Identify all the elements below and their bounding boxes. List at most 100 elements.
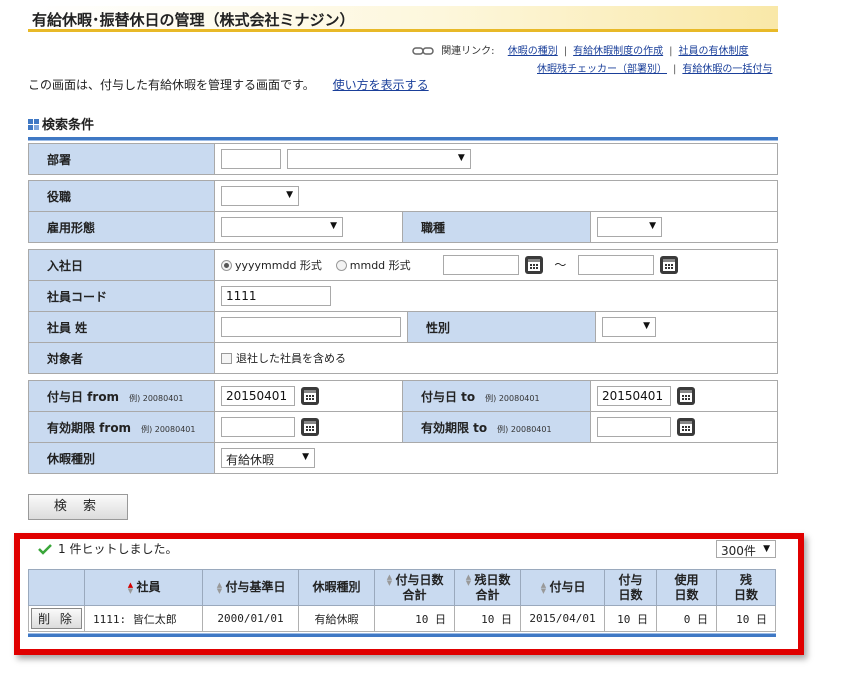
- header-employee[interactable]: ▲ ▼ 社員: [84, 569, 203, 606]
- label-expire-from: 有効期限 from 例) 20080401: [28, 411, 215, 443]
- gender-select[interactable]: ▼: [602, 317, 656, 337]
- link-leave-balance-checker[interactable]: 休暇残チェッカー（部署別）: [537, 64, 667, 75]
- description-text: この画面は、付与した有給休暇を管理する画面です。: [28, 78, 315, 92]
- header-remain-total[interactable]: ▲ ▼ 残日数 合計: [454, 569, 521, 606]
- delete-cell: 削 除: [28, 605, 85, 632]
- dropdown-arrow-icon: ▼: [649, 221, 656, 231]
- delete-button[interactable]: 削 除: [31, 608, 82, 629]
- header-grant-total[interactable]: ▲ ▼ 付与日数 合計: [374, 569, 455, 606]
- link-bulk-grant[interactable]: 有給休暇の一括付与: [682, 64, 772, 75]
- result-header-row: ▲ ▼ 社員 ▲ ▼ 付与基準日 休暇種別 ▲ ▼ 付与日数 合計 ▲ ▼ 残日数 合計 ▲ ▼ 付与日…: [28, 569, 776, 606]
- job-type-select[interactable]: ▼: [597, 217, 662, 237]
- form-position-table: 役職 ▼ 雇用形態 ▼ 職種 ▼: [28, 180, 778, 243]
- label-dept: 部署: [28, 143, 215, 175]
- grant-to-input[interactable]: 20150401: [597, 386, 671, 406]
- header-grant-days: 付与 日数: [604, 569, 657, 606]
- employment-type-cell: ▼: [214, 211, 403, 243]
- calendar-icon[interactable]: [660, 256, 679, 274]
- calendar-icon[interactable]: [301, 387, 319, 405]
- grant-from-example: 例) 20080401: [129, 393, 184, 403]
- job-type-cell: ▼: [590, 211, 778, 243]
- hire-date-cell: yyyymmdd 形式 mmdd 形式 〜: [214, 249, 778, 281]
- link-leave-types[interactable]: 休暇の種別: [508, 46, 558, 57]
- grant-from-cell: 20150401: [214, 380, 403, 412]
- sort-arrows-icon: ▲ ▼: [127, 580, 134, 595]
- expire-to-input[interactable]: [597, 417, 671, 437]
- help-link[interactable]: 使い方を表示する: [333, 78, 429, 92]
- link-employee-leave-system[interactable]: 社員の有休制度: [679, 46, 749, 57]
- position-cell: ▼: [214, 180, 778, 212]
- hire-date-from-input[interactable]: [442, 255, 519, 275]
- dept-select[interactable]: ▼: [286, 149, 471, 169]
- header-base-date[interactable]: ▲ ▼ 付与基準日: [202, 569, 299, 606]
- related-label: 関連リンク:: [441, 46, 495, 57]
- form-dept-table: 部署 ▼: [28, 143, 778, 175]
- expire-from-text: 有効期限 from: [47, 420, 132, 435]
- gender-cell: ▼: [595, 311, 778, 343]
- radio-yyyymmdd[interactable]: [221, 259, 232, 271]
- cell-employee: 1111: 皆仁太郎: [84, 605, 203, 632]
- last-name-cell: [214, 311, 408, 343]
- label-last-name: 社員 姓: [28, 311, 215, 343]
- check-icon: [38, 544, 52, 555]
- cell-used-days: 0 日: [656, 605, 717, 632]
- cell-grant-date: 2015/04/01: [520, 605, 605, 632]
- cell-remain-days: 10 日: [716, 605, 776, 632]
- calendar-icon[interactable]: [677, 387, 695, 405]
- radio-mmdd[interactable]: [335, 259, 347, 271]
- cell-leave-type: 有給休暇: [298, 605, 375, 632]
- leave-type-select[interactable]: 有給休暇 ▼: [221, 448, 315, 468]
- sort-arrows-icon: ▲ ▼: [540, 580, 547, 595]
- radio-yyyymmdd-label: yyyymmdd 形式: [235, 259, 322, 272]
- dropdown-arrow-icon: ▼: [643, 321, 650, 331]
- grant-to-text: 付与日 to: [421, 389, 476, 404]
- calendar-icon[interactable]: [301, 418, 319, 436]
- employee-code-input[interactable]: 1111: [221, 286, 331, 306]
- table-row: 削 除 1111: 皆仁太郎 2000/01/01 有給休暇 10 日 10 日…: [28, 605, 776, 632]
- per-page-select[interactable]: 300件 ▼: [716, 540, 776, 558]
- hire-date-to-input[interactable]: [578, 255, 655, 275]
- expire-from-example: 例) 20080401: [141, 424, 196, 434]
- target-cell: 退社した社員を含める: [214, 342, 778, 374]
- dropdown-arrow-icon: ▼: [286, 190, 293, 200]
- last-name-input[interactable]: [221, 317, 401, 337]
- leave-type-cell: 有給休暇 ▼: [214, 442, 778, 474]
- header-grant-date[interactable]: ▲ ▼ 付与日: [520, 569, 605, 606]
- expire-to-text: 有効期限 to: [421, 420, 488, 435]
- position-select[interactable]: ▼: [221, 186, 299, 206]
- search-button[interactable]: 検 索: [28, 494, 128, 520]
- grid-section-icon: [28, 119, 39, 130]
- expire-to-example: 例) 20080401: [497, 424, 552, 434]
- label-employment-type: 雇用形態: [28, 211, 215, 243]
- label-hire-date: 入社日: [28, 249, 215, 281]
- include-retired-checkbox[interactable]: [221, 352, 232, 364]
- employment-type-select[interactable]: ▼: [221, 217, 343, 237]
- calendar-icon[interactable]: [677, 418, 695, 436]
- grant-to-example: 例) 20080401: [485, 393, 540, 403]
- hit-message: 1 件ヒットしました。: [58, 542, 178, 556]
- label-grant-to: 付与日 to 例) 20080401: [402, 380, 591, 412]
- cell-remain-total: 10 日: [454, 605, 521, 632]
- header-action: [28, 569, 85, 606]
- dropdown-arrow-icon: ▼: [457, 153, 465, 163]
- grant-from-input[interactable]: 20150401: [221, 386, 295, 406]
- include-retired-label: 退社した社員を含める: [236, 352, 346, 365]
- related-links: 関連リンク: 休暇の種別 | 有給休暇制度の作成 | 社員の有休制度: [412, 42, 749, 57]
- sort-arrows-icon: ▲ ▼: [386, 573, 393, 587]
- link-create-paid-leave-system[interactable]: 有給休暇制度の作成: [573, 46, 663, 57]
- expire-from-input[interactable]: [221, 417, 295, 437]
- sort-arrows-icon: ▲ ▼: [216, 580, 223, 595]
- dept-code-input[interactable]: [221, 149, 281, 169]
- label-grant-from: 付与日 from 例) 20080401: [28, 380, 215, 412]
- employee-code-cell: 1111: [214, 280, 778, 312]
- label-employee-code: 社員コード: [28, 280, 215, 312]
- label-expire-to: 有効期限 to 例) 20080401: [402, 411, 591, 443]
- section-top-bar: [28, 137, 778, 141]
- dropdown-arrow-icon: ▼: [302, 452, 309, 462]
- result-table: ▲ ▼ 社員 ▲ ▼ 付与基準日 休暇種別 ▲ ▼ 付与日数 合計 ▲ ▼ 残日数 合計 ▲ ▼ 付与日…: [28, 569, 776, 632]
- form-employee-table: 入社日 yyyymmdd 形式 mmdd 形式 〜 社員コード 1111 社員 …: [28, 249, 778, 374]
- label-target: 対象者: [28, 342, 215, 374]
- link-chain-icon: [412, 47, 434, 55]
- hit-count: 1 件ヒットしました。: [38, 540, 177, 557]
- calendar-icon[interactable]: [524, 256, 543, 274]
